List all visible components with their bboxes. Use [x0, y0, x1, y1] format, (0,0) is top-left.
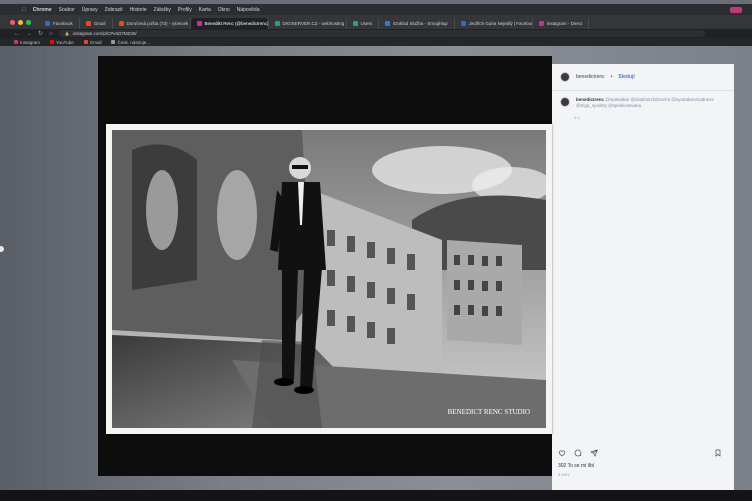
tab-label: Jindřich Guha Nejedlý | Facebook: [468, 21, 533, 26]
browser-tab[interactable]: Benedikt Renc (@benedictrenc): [190, 18, 269, 29]
menu-item[interactable]: Zobrazit: [105, 7, 123, 13]
bookmark-item[interactable]: YouTube: [50, 40, 74, 45]
status-icon[interactable]: [730, 6, 742, 13]
bookmark-icon[interactable]: [714, 449, 722, 457]
bookmark-favicon-icon: [50, 40, 55, 44]
bookmark-favicon-icon: [83, 40, 88, 44]
menu-app-name[interactable]: Chrome: [33, 7, 52, 13]
browser-tab[interactable]: Gmail: [80, 18, 113, 29]
tab-favicon-icon: [538, 21, 544, 26]
posted-time: 3 DNY: [558, 472, 570, 477]
browser-tab[interactable]: Doručená pošta (73) - rybnicek: [113, 18, 191, 29]
tab-favicon-icon: [45, 21, 50, 26]
photo-image: BENEDICT RENC STUDIO: [112, 130, 546, 428]
comment-icon[interactable]: [574, 449, 582, 457]
tab-label: Gmail: [93, 21, 106, 26]
caption-timestamp: 3 d: [574, 115, 580, 120]
avatar[interactable]: [560, 72, 570, 82]
bookmark-item[interactable]: Česk. nástroje...: [111, 40, 150, 45]
post-header: benedictrenc • Sledují: [552, 64, 734, 91]
tab-favicon-icon: [460, 21, 466, 26]
menu-item[interactable]: Okno: [218, 7, 230, 13]
tab-favicon-icon: [385, 21, 391, 26]
post-photo[interactable]: BENEDICT RENC STUDIO: [106, 124, 552, 434]
tab-label: Benedikt Renc (@benedictrenc): [204, 21, 269, 26]
monitor-bezel: [0, 490, 752, 501]
tab-label: DIGISERVER.CZ - webhosting: [282, 21, 345, 26]
bookmark-label: YouTube: [56, 39, 74, 45]
heart-icon[interactable]: [558, 449, 566, 457]
address-url: instagram.com/p/CPvnD7MZ30/: [72, 31, 137, 36]
bookmark-label: Gmail: [89, 39, 102, 45]
browser-tab[interactable]: Facebook: [39, 18, 80, 29]
bookmark-favicon-icon: [14, 40, 18, 44]
tab-favicon-icon: [196, 21, 202, 26]
menu-item[interactable]: Záložky: [154, 7, 171, 13]
macos-menubar:  Chrome Soubor Úpravy Zobrazit Historie…: [0, 4, 752, 15]
bookmark-item[interactable]: Instagram: [14, 40, 40, 45]
browser-tab[interactable]: Jindřich Guha Nejedlý | Facebook: [455, 18, 533, 29]
home-icon[interactable]: ⌂: [49, 31, 53, 37]
lock-icon: 🔒: [64, 31, 70, 36]
menu-item[interactable]: Karta: [199, 7, 211, 13]
tab-favicon-icon: [85, 21, 91, 26]
reload-icon[interactable]: ↻: [38, 31, 43, 37]
tab-label: Users: [360, 21, 373, 26]
tab-favicon-icon: [274, 21, 280, 26]
carousel-indicator[interactable]: [0, 246, 4, 252]
tab-label: Doručená pošta (73) - rybnicek: [126, 21, 189, 26]
watermark-text: BENEDICT RENC STUDIO: [448, 408, 530, 416]
browser-tab[interactable]: iDoklad Služba - Smoghlup: [379, 18, 455, 29]
browser-tab-strip: Facebook Gmail Doručená pošta (73) - rybni…: [0, 15, 752, 29]
caption-username[interactable]: benedictrenc: [576, 97, 604, 102]
monitor-screen:  Chrome Soubor Úpravy Zobrazit Historie…: [0, 0, 752, 501]
forward-icon[interactable]: →: [26, 31, 32, 37]
menu-item[interactable]: Úpravy: [82, 7, 98, 13]
caption-avatar[interactable]: [560, 97, 570, 107]
menu-item[interactable]: Profily: [178, 7, 192, 13]
tab-label: Instagram - Direct: [546, 21, 583, 26]
zoom-window-icon[interactable]: [26, 20, 31, 25]
share-icon[interactable]: [590, 449, 598, 457]
browser-toolbar: ← → ↻ ⌂ 🔒 instagram.com/p/CPvnD7MZ30/: [0, 29, 752, 38]
tab-favicon-icon: [352, 21, 358, 26]
address-bar[interactable]: 🔒 instagram.com/p/CPvnD7MZ30/: [58, 30, 705, 37]
post-caption: benedictrenc @spekatkar @vladimirzhibrac…: [552, 91, 734, 115]
rooftop-photo: BENEDICT RENC STUDIO: [112, 130, 546, 428]
menu-item[interactable]: Nápověda: [237, 7, 260, 13]
post-actions: [552, 447, 734, 459]
tab-label: iDoklad Služba - Smoghlup: [393, 21, 448, 26]
apple-icon[interactable]: : [22, 7, 26, 13]
close-window-icon[interactable]: [10, 20, 15, 25]
bookmark-label: Česk. nástroje...: [117, 39, 150, 45]
bookmark-item[interactable]: Gmail: [83, 39, 102, 45]
back-icon[interactable]: ←: [14, 31, 20, 37]
menu-item[interactable]: Soubor: [59, 7, 75, 13]
post-username[interactable]: benedictrenc: [576, 74, 605, 80]
separator-dot: •: [610, 74, 613, 80]
bookmarks-bar: Instagram YouTube Gmail Česk. nástroje...: [0, 38, 752, 46]
instagram-page: benedictrenc • Sledují benedictrenc @spe…: [0, 46, 752, 501]
post-sidebar: benedictrenc • Sledují benedictrenc @spe…: [552, 64, 734, 501]
tab-label: Facebook: [53, 21, 73, 26]
tab-favicon-icon: [118, 21, 124, 26]
window-controls: [10, 20, 31, 25]
likes-count[interactable]: 302 To se mi líbí: [558, 463, 594, 469]
follow-button[interactable]: Sledují: [618, 74, 634, 80]
minimize-window-icon[interactable]: [18, 20, 23, 25]
bookmark-label: Instagram: [20, 39, 41, 45]
browser-tab[interactable]: DIGISERVER.CZ - webhosting: [269, 18, 347, 29]
browser-tab[interactable]: Instagram - Direct: [533, 18, 590, 29]
bookmark-favicon-icon: [111, 40, 116, 44]
menu-item[interactable]: Historie: [130, 7, 147, 13]
browser-tab[interactable]: Users: [347, 18, 380, 29]
